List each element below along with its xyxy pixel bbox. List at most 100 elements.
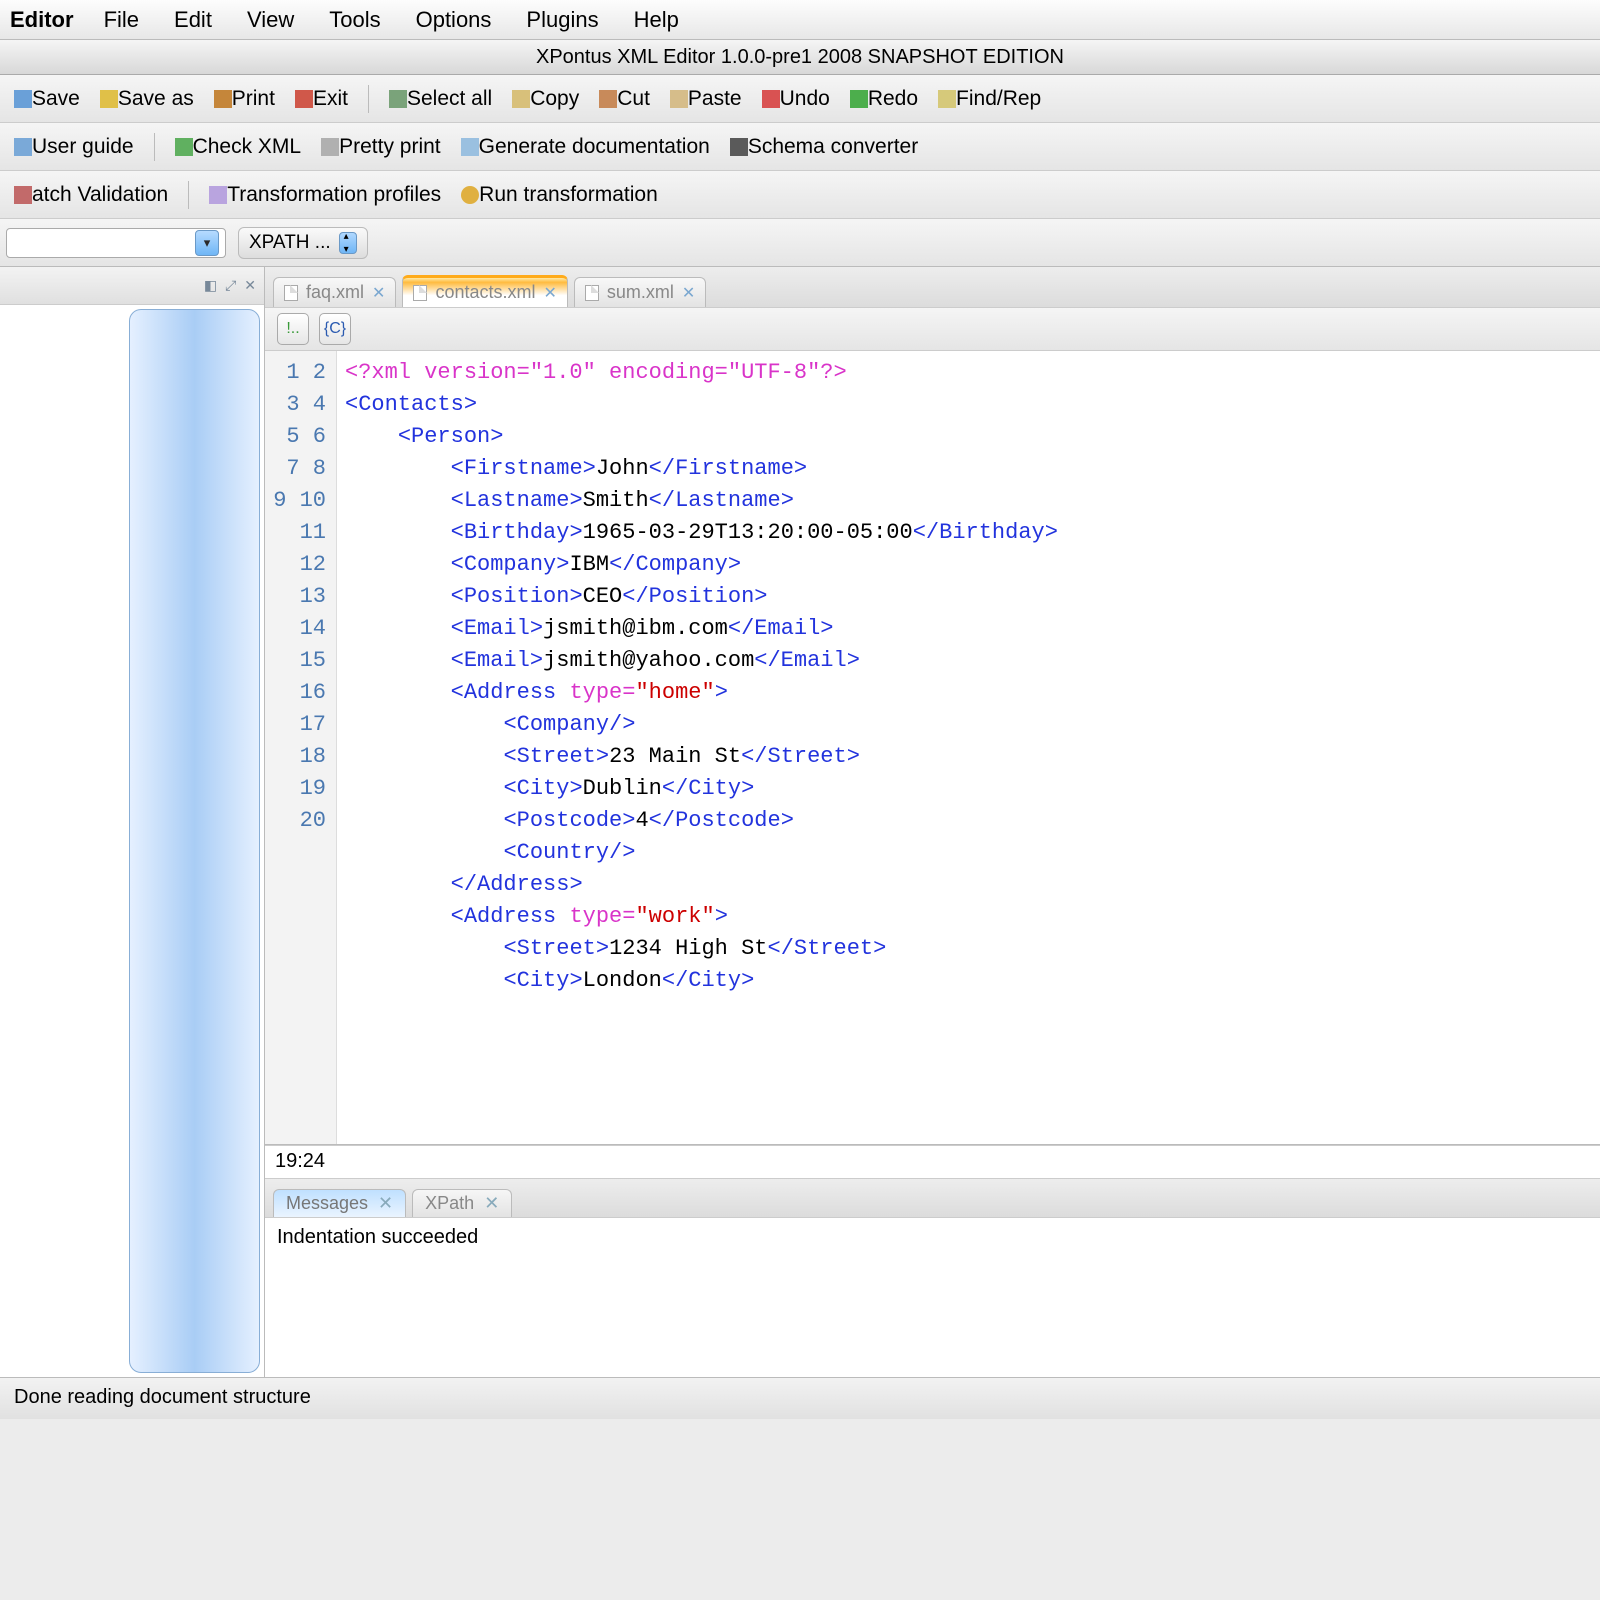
cut-label: Cut: [617, 87, 650, 111]
format-icon-button[interactable]: {C}: [319, 313, 351, 345]
check-icon: [175, 138, 193, 156]
stepper-icon: [339, 232, 357, 254]
check-xml-button[interactable]: Check XML: [167, 131, 310, 163]
cut-button[interactable]: Cut: [591, 83, 658, 115]
editor-pane: faq.xml✕contacts.xml✕ sum.xml ✕ !.. {C} 1 …: [265, 267, 1600, 1377]
paste-icon: [670, 90, 688, 108]
guide-icon: [14, 138, 32, 156]
bottom-tab-label: XPath: [425, 1193, 474, 1214]
close-icon[interactable]: ✕: [372, 283, 385, 303]
menu-options[interactable]: Options: [416, 7, 492, 33]
cursor-position: 19:24: [265, 1145, 1600, 1179]
selector-row: XPATH ...: [0, 219, 1600, 267]
save-as-icon: [100, 90, 118, 108]
toolbar-xml: User guide Check XML Pretty print Genera…: [0, 123, 1600, 171]
menu-tools[interactable]: Tools: [329, 7, 380, 33]
user-guide-label: User guide: [32, 135, 134, 159]
copy-button[interactable]: Copy: [504, 83, 587, 115]
close-icon[interactable]: ✕: [244, 277, 256, 294]
bottom-tab-label: Messages: [286, 1193, 368, 1214]
cut-icon: [599, 90, 617, 108]
status-bar: Done reading document structure: [0, 1377, 1600, 1419]
gen-doc-icon: [461, 138, 479, 156]
bottom-tab-xpath[interactable]: XPath ✕: [412, 1189, 512, 1217]
collapse-icon[interactable]: ◧: [204, 277, 217, 294]
file-tabs: faq.xml✕contacts.xml✕ sum.xml ✕: [265, 267, 1600, 307]
window-title: XPontus XML Editor 1.0.0-pre1 2008 SNAPS…: [0, 40, 1600, 75]
schema-icon: [730, 138, 748, 156]
main-area: ◧ ⤢ ✕ faq.xml✕contacts.xml✕ sum.xml ✕ !.. …: [0, 267, 1600, 1377]
run-transform-button[interactable]: Run transformation: [453, 179, 666, 211]
redo-label: Redo: [868, 87, 918, 111]
close-icon[interactable]: ✕: [484, 1193, 499, 1214]
file-tab-faq-xml[interactable]: faq.xml✕: [273, 277, 396, 307]
pretty-print-button[interactable]: Pretty print: [313, 131, 449, 163]
line-gutter: 1 2 3 4 5 6 7 8 9 10 11 12 13 14 15 16 1…: [265, 351, 337, 1144]
toolbar-transform: atch Validation Transformation profiles …: [0, 171, 1600, 219]
paste-button[interactable]: Paste: [662, 83, 750, 115]
undo-label: Undo: [780, 87, 830, 111]
separator: [368, 85, 369, 113]
menu-edit[interactable]: Edit: [174, 7, 212, 33]
separator: [188, 181, 189, 209]
file-tab-contacts-xml[interactable]: contacts.xml✕: [402, 275, 567, 307]
bottom-tabs: Messages ✕ XPath ✕: [265, 1179, 1600, 1217]
redo-button[interactable]: Redo: [842, 83, 926, 115]
profiles-label: Transformation profiles: [227, 183, 441, 207]
expand-icon[interactable]: ⤢: [225, 277, 236, 294]
batch-icon: [14, 186, 32, 204]
undo-button[interactable]: Undo: [754, 83, 838, 115]
menu-plugins[interactable]: Plugins: [526, 7, 598, 33]
menu-help[interactable]: Help: [634, 7, 679, 33]
batch-validation-button[interactable]: atch Validation: [6, 179, 176, 211]
file-tab-sum-xml[interactable]: sum.xml ✕: [574, 277, 706, 307]
save-button[interactable]: Save: [6, 83, 88, 115]
xpath-selector[interactable]: XPATH ...: [238, 227, 368, 259]
pretty-print-icon: [321, 138, 339, 156]
select-all-button[interactable]: Select all: [381, 83, 500, 115]
file-icon: [413, 285, 427, 301]
bottom-tab-messages[interactable]: Messages ✕: [273, 1189, 406, 1217]
xpath-label: XPATH ...: [249, 232, 331, 254]
select-all-label: Select all: [407, 87, 492, 111]
gen-doc-button[interactable]: Generate documentation: [453, 131, 718, 163]
validate-icon-button[interactable]: !..: [277, 313, 309, 345]
close-icon[interactable]: ✕: [378, 1193, 393, 1214]
save-icon: [14, 90, 32, 108]
code-editor[interactable]: 1 2 3 4 5 6 7 8 9 10 11 12 13 14 15 16 1…: [265, 351, 1600, 1145]
menu-file[interactable]: File: [104, 7, 139, 33]
file-tab-label: sum.xml: [607, 282, 674, 303]
exit-button[interactable]: Exit: [287, 83, 356, 115]
paste-label: Paste: [688, 87, 742, 111]
menubar: Editor File Edit View Tools Options Plug…: [0, 0, 1600, 40]
run-icon: [461, 186, 479, 204]
menu-view[interactable]: View: [247, 7, 294, 33]
outline-scrollbar[interactable]: [129, 309, 260, 1373]
find-icon: [938, 90, 956, 108]
copy-label: Copy: [530, 87, 579, 111]
find-button[interactable]: Find/Rep: [930, 83, 1049, 115]
outline-pane-header: ◧ ⤢ ✕: [0, 267, 264, 305]
file-icon: [284, 285, 298, 301]
print-label: Print: [232, 87, 275, 111]
copy-icon: [512, 90, 530, 108]
redo-icon: [850, 90, 868, 108]
schema-converter-button[interactable]: Schema converter: [722, 131, 926, 163]
profiles-icon: [209, 186, 227, 204]
close-icon[interactable]: ✕: [543, 283, 556, 303]
print-button[interactable]: Print: [206, 83, 283, 115]
file-icon: [585, 285, 599, 301]
code-content[interactable]: <?xml version="1.0" encoding="UTF-8"?> <…: [337, 351, 1600, 1144]
user-guide-button[interactable]: User guide: [6, 131, 142, 163]
transform-profiles-button[interactable]: Transformation profiles: [201, 179, 449, 211]
save-as-label: Save as: [118, 87, 194, 111]
undo-icon: [762, 90, 780, 108]
save-label: Save: [32, 87, 80, 111]
file-selector-combo[interactable]: [6, 228, 226, 258]
close-icon[interactable]: ✕: [682, 283, 695, 303]
exit-icon: [295, 90, 313, 108]
save-as-button[interactable]: Save as: [92, 83, 202, 115]
app-menu[interactable]: Editor: [10, 7, 74, 33]
outline-empty: [0, 305, 129, 1377]
check-xml-label: Check XML: [193, 135, 302, 159]
